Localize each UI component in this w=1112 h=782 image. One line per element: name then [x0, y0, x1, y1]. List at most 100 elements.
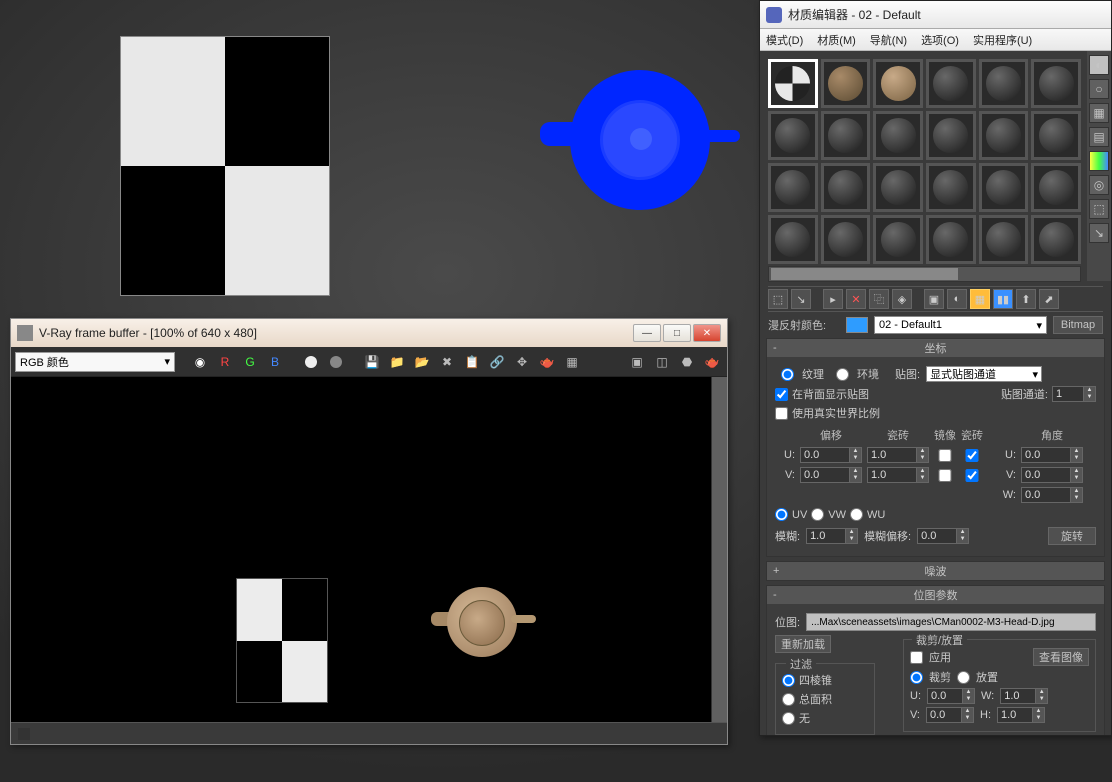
backlight-icon[interactable]: ○ [1089, 79, 1109, 99]
menu-nav[interactable]: 导航(N) [870, 32, 907, 48]
sample-slot-4[interactable] [979, 59, 1029, 108]
sample-slot-22[interactable] [979, 215, 1029, 264]
make-unique-icon[interactable]: ◈ [892, 289, 912, 309]
red-channel-button[interactable]: R [214, 351, 236, 373]
u-tile-spinner[interactable]: 1.0▲▼ [867, 447, 929, 463]
sample-slot-13[interactable] [821, 163, 871, 212]
crop-u-spinner[interactable]: 0.0▲▼ [927, 688, 975, 704]
put-material-icon[interactable]: ↘ [791, 289, 811, 309]
v-mirror-check[interactable] [934, 469, 956, 482]
menu-options[interactable]: 选项(O) [921, 32, 959, 48]
noise-rollout-header[interactable]: +噪波 [767, 562, 1104, 580]
menu-util[interactable]: 实用程序(U) [973, 32, 1032, 48]
green-channel-button[interactable]: G [239, 351, 261, 373]
sample-slot-18[interactable] [768, 215, 818, 264]
sample-slot-0[interactable] [768, 59, 818, 108]
menu-material[interactable]: 材质(M) [817, 32, 856, 48]
levels-icon[interactable]: ◫ [651, 351, 673, 373]
v-tile-spinner[interactable]: 1.0▲▼ [867, 467, 929, 483]
go-parent-icon[interactable]: ⬆ [1016, 289, 1036, 309]
teapot-object[interactable] [540, 60, 740, 225]
vw-radio[interactable] [811, 508, 824, 521]
render-teapot-icon[interactable]: 🫖 [536, 351, 558, 373]
u-mirror-check[interactable] [934, 449, 956, 462]
map-type-dropdown[interactable]: 显式贴图通道▾ [926, 366, 1042, 382]
minimize-button[interactable]: — [633, 324, 661, 342]
sample-slot-10[interactable] [979, 111, 1029, 160]
channel-dropdown[interactable]: RGB 颜色▾ [15, 352, 175, 372]
clear-icon[interactable]: ✖ [436, 351, 458, 373]
track-icon[interactable]: ✥ [511, 351, 533, 373]
sample-slot-2[interactable] [873, 59, 923, 108]
crop-h-spinner[interactable]: 1.0▲▼ [997, 707, 1045, 723]
link-icon[interactable]: 🔗 [486, 351, 508, 373]
load-icon[interactable]: 📁 [386, 351, 408, 373]
sample-slot-15[interactable] [926, 163, 976, 212]
u-offset-spinner[interactable]: 0.0▲▼ [800, 447, 862, 463]
uv-tile-icon[interactable]: ▤ [1089, 127, 1109, 147]
filter-sat-radio[interactable] [782, 693, 795, 706]
copy-material-icon[interactable]: ⿻ [869, 289, 889, 309]
bitmap-rollout-header[interactable]: -位图参数 [767, 586, 1104, 604]
options-icon[interactable]: ⬚ [1089, 199, 1109, 219]
crop-w-spinner[interactable]: 1.0▲▼ [1000, 688, 1048, 704]
view-image-button[interactable]: 查看图像 [1033, 648, 1089, 666]
go-forward-icon[interactable]: ⬈ [1039, 289, 1059, 309]
blur-offset-spinner[interactable]: 0.0▲▼ [917, 528, 969, 544]
filter-none-radio[interactable] [782, 712, 795, 725]
apply-crop-check[interactable] [910, 651, 923, 664]
video-color-icon[interactable] [1089, 151, 1109, 171]
preview-icon[interactable]: ◎ [1089, 175, 1109, 195]
rotate-button[interactable]: 旋转 [1048, 527, 1096, 545]
folder-icon[interactable]: 📂 [411, 351, 433, 373]
close-button[interactable]: ✕ [693, 324, 721, 342]
cc-icon[interactable]: ▣ [626, 351, 648, 373]
bitmap-path-field[interactable]: ...Max\sceneassets\images\CMan0002-M3-He… [806, 613, 1096, 631]
blue-channel-button[interactable]: B [264, 351, 286, 373]
render-icon[interactable]: 🫖 [701, 351, 723, 373]
mono-button[interactable] [300, 351, 322, 373]
sample-slot-16[interactable] [979, 163, 1029, 212]
rgb-icon[interactable]: ◉ [189, 351, 211, 373]
v-angle-spinner[interactable]: 0.0▲▼ [1021, 467, 1083, 483]
coordinates-rollout-header[interactable]: -坐标 [767, 339, 1104, 357]
get-material-icon[interactable]: ⬚ [768, 289, 788, 309]
wu-radio[interactable] [850, 508, 863, 521]
material-name-dropdown[interactable]: 02 - Default1▾ [874, 316, 1047, 334]
sample-slot-5[interactable] [1031, 59, 1081, 108]
maximize-button[interactable]: □ [663, 324, 691, 342]
sample-slot-1[interactable] [821, 59, 871, 108]
sample-slot-12[interactable] [768, 163, 818, 212]
delete-icon[interactable]: ✕ [846, 289, 866, 309]
select-icon[interactable]: ↘ [1089, 223, 1109, 243]
checker-plane-object[interactable] [120, 36, 330, 296]
crop-v-spinner[interactable]: 0.0▲▼ [926, 707, 974, 723]
show-map-icon[interactable]: ▦ [970, 289, 990, 309]
crop-radio[interactable] [910, 671, 923, 684]
copy-icon[interactable]: 📋 [461, 351, 483, 373]
sample-slot-11[interactable] [1031, 111, 1081, 160]
place-radio[interactable] [957, 671, 970, 684]
sample-slot-3[interactable] [926, 59, 976, 108]
put-library-icon[interactable]: ▣ [924, 289, 944, 309]
matedit-titlebar[interactable]: 材质编辑器 - 02 - Default [760, 1, 1111, 29]
sample-slot-14[interactable] [873, 163, 923, 212]
vray-render-canvas[interactable] [11, 377, 727, 722]
sample-slot-7[interactable] [821, 111, 871, 160]
w-angle-spinner[interactable]: 0.0▲▼ [1021, 487, 1083, 503]
reload-button[interactable]: 重新加载 [775, 635, 831, 653]
switch-button[interactable] [325, 351, 347, 373]
u-tile-check[interactable] [961, 449, 983, 462]
sample-slot-23[interactable] [1031, 215, 1081, 264]
blur-spinner[interactable]: 1.0▲▼ [806, 528, 858, 544]
filter-pyramid-radio[interactable] [782, 674, 795, 687]
sample-slot-6[interactable] [768, 111, 818, 160]
sample-scroll-x[interactable] [768, 266, 1081, 282]
effects-icon[interactable]: ◐ [947, 289, 967, 309]
sample-slot-8[interactable] [873, 111, 923, 160]
type-button[interactable]: Bitmap [1053, 316, 1103, 334]
texture-radio[interactable] [781, 368, 794, 381]
show-end-result-icon[interactable]: ▮▮ [993, 289, 1013, 309]
background-icon[interactable]: ▦ [1089, 103, 1109, 123]
sample-type-icon[interactable]: ◐ [1089, 55, 1109, 75]
